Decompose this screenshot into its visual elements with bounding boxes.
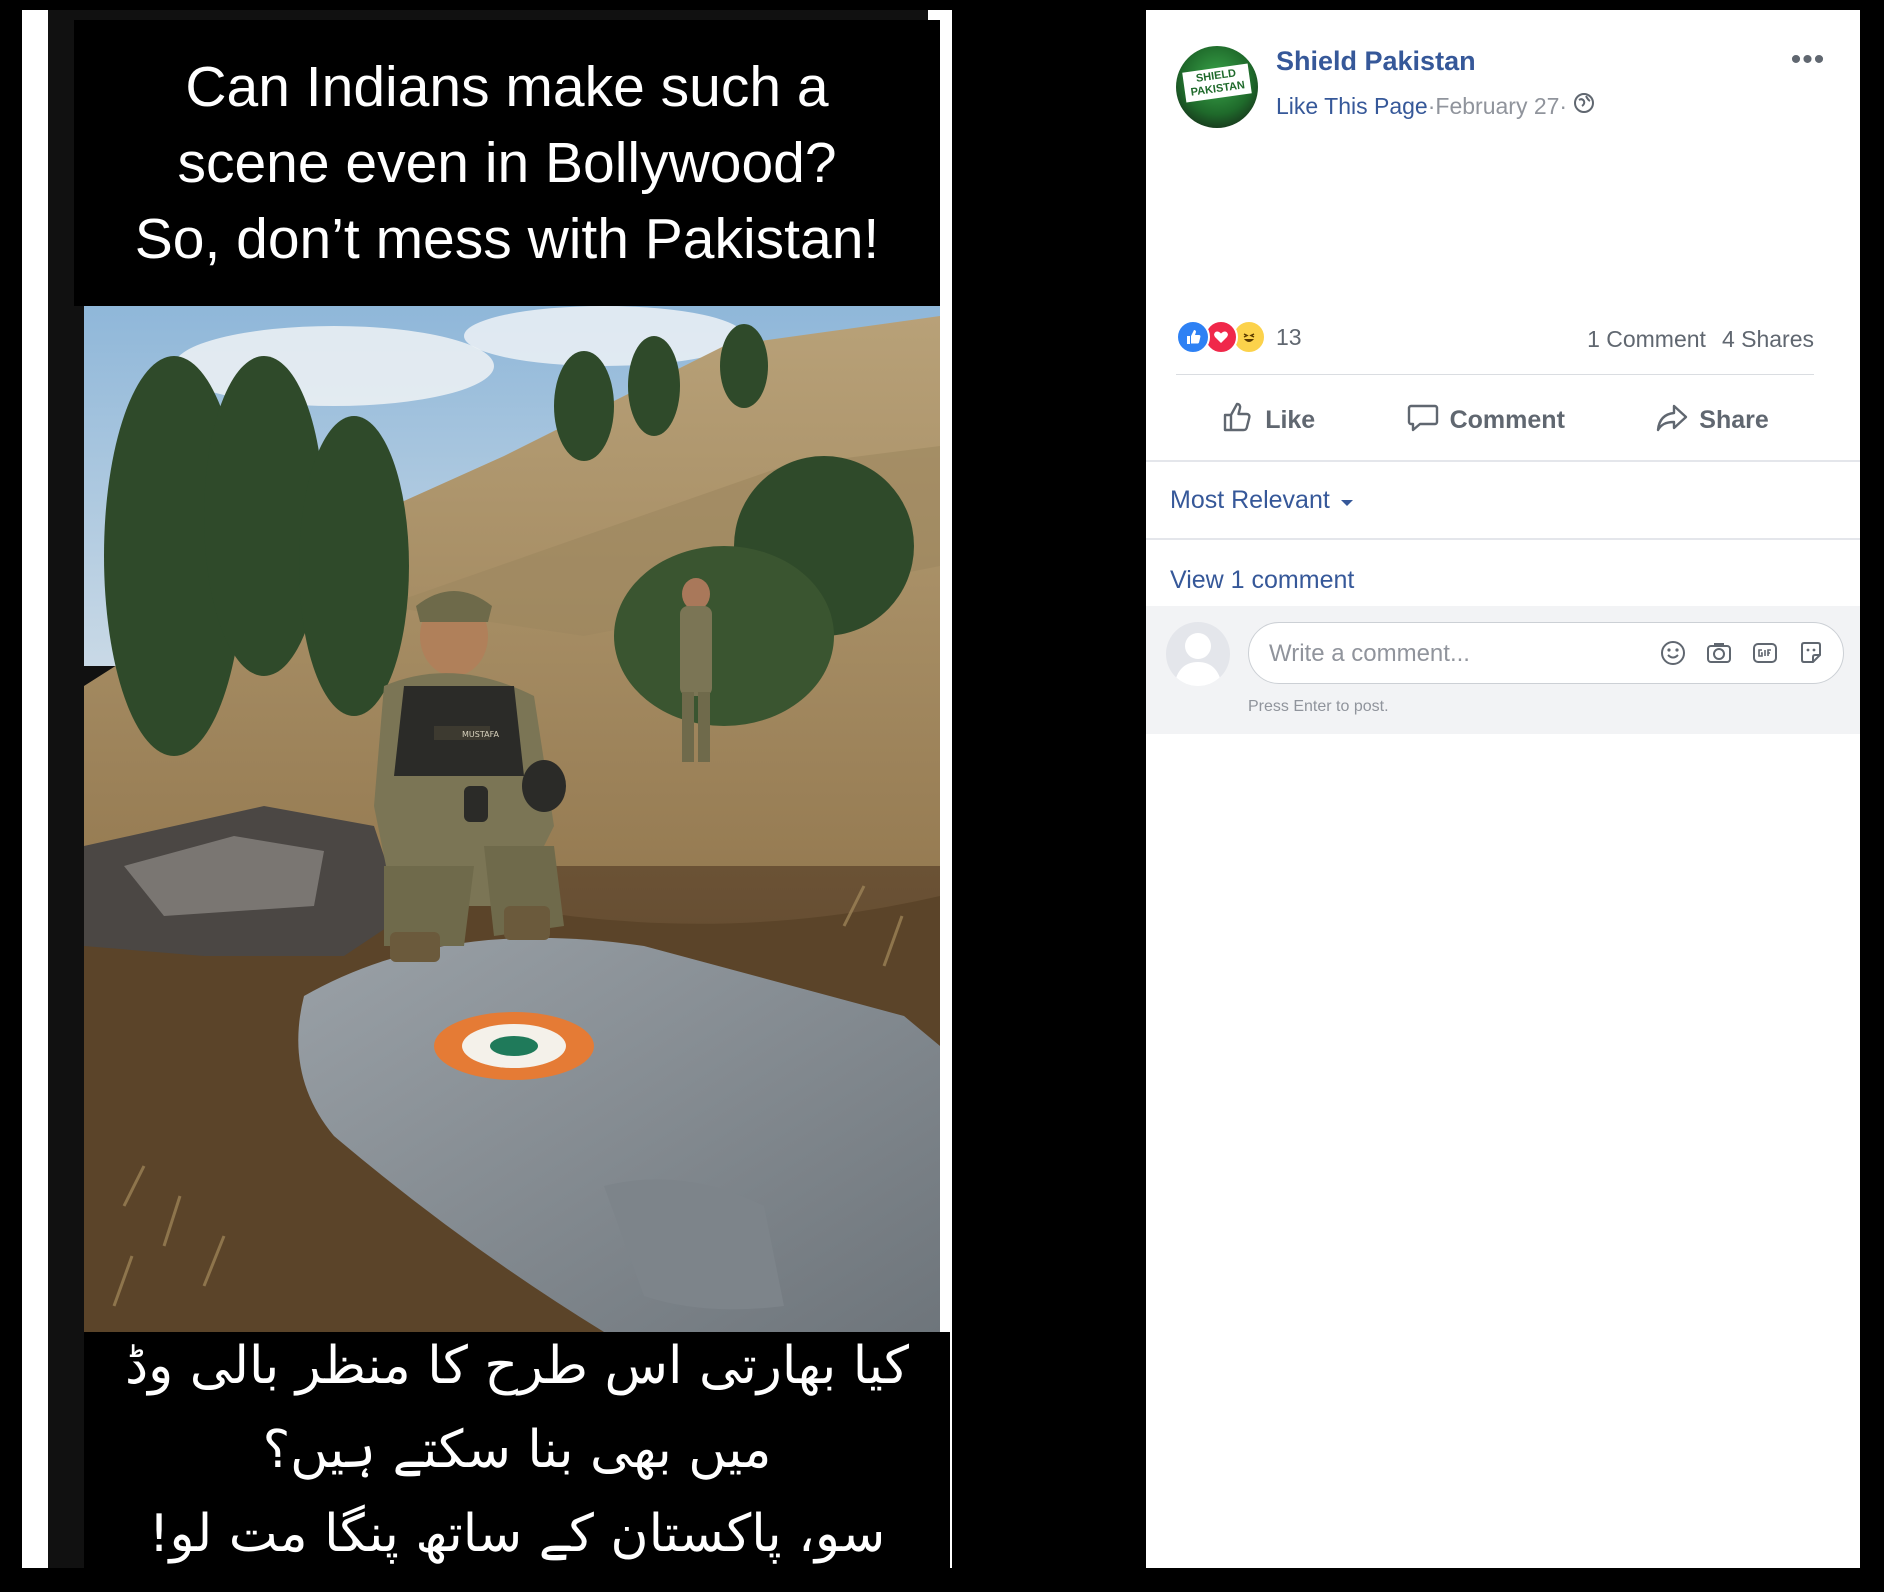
- avatar-logo-text: SHIELD PAKISTAN: [1182, 63, 1252, 103]
- reaction-like-icon: [1176, 320, 1210, 354]
- thumbs-up-icon: [1221, 400, 1255, 441]
- comment-input-wrapper: [1248, 622, 1844, 684]
- page-name-link[interactable]: Shield Pakistan: [1276, 46, 1476, 77]
- view-comments-link[interactable]: View 1 comment: [1170, 566, 1354, 595]
- caret-down-icon: [1340, 486, 1354, 515]
- comment-label: Comment: [1449, 405, 1565, 434]
- gif-icon[interactable]: [1749, 637, 1781, 669]
- more-icon[interactable]: •••: [1786, 43, 1830, 76]
- meta-separator: ·: [1559, 92, 1568, 119]
- caption-bottom: کیا بھارتی اس طرح کا منظر بالی وڈ میں بھ…: [84, 1332, 950, 1568]
- engagement-counts: 1 Comment 4 Shares: [1587, 326, 1814, 353]
- share-label: Share: [1699, 405, 1769, 434]
- caption-top-line: scene even in Bollywood?: [177, 131, 837, 195]
- comment-composer: Press Enter to post.: [1146, 606, 1860, 734]
- post-hint: Press Enter to post.: [1248, 698, 1389, 715]
- divider: [1146, 538, 1860, 540]
- meta-separator: ·: [1427, 92, 1436, 119]
- caption-bottom-line: سو، پاکستان کے ساتھ پنگا مت لو!: [148, 1504, 886, 1564]
- post-date[interactable]: February 27: [1435, 93, 1559, 120]
- caption-top-line: So, don’t mess with Pakistan!: [134, 207, 880, 271]
- share-count-link[interactable]: 4 Shares: [1722, 326, 1814, 353]
- caption-bottom-line: کیا بھارتی اس طرح کا منظر بالی وڈ میں بھ…: [124, 1336, 910, 1480]
- share-arrow-icon: [1655, 400, 1689, 441]
- like-page-link[interactable]: Like This Page: [1276, 93, 1428, 120]
- composer-tools: [1657, 637, 1827, 669]
- page-avatar[interactable]: SHIELD PAKISTAN: [1176, 46, 1258, 128]
- reactions-summary[interactable]: 13: [1176, 320, 1302, 354]
- sort-label: Most Relevant: [1170, 486, 1330, 514]
- comment-button[interactable]: Comment: [1406, 400, 1565, 441]
- user-avatar: [1166, 622, 1230, 686]
- like-label: Like: [1265, 405, 1316, 434]
- camera-icon[interactable]: [1703, 637, 1735, 669]
- photo-scene: MUSTAFA: [84, 306, 940, 1332]
- share-button[interactable]: Share: [1655, 400, 1769, 441]
- caption-top-line: Can Indians make such a: [185, 55, 829, 119]
- divider: [1176, 374, 1814, 375]
- speech-bubble-icon: [1406, 400, 1440, 441]
- post-image[interactable]: Can Indians make such a scene even in Bo…: [48, 10, 950, 1568]
- post-sidebar: SHIELD PAKISTAN Shield Pakistan Like Thi…: [1146, 10, 1860, 1568]
- reaction-count[interactable]: 13: [1276, 324, 1302, 351]
- post-image-frame: Can Indians make such a scene even in Bo…: [22, 10, 952, 1568]
- action-bar: Like Comment Share: [1176, 390, 1814, 450]
- comment-sort-dropdown[interactable]: Most Relevant: [1170, 486, 1354, 515]
- caption-top: Can Indians make such a scene even in Bo…: [74, 20, 940, 306]
- comment-input[interactable]: [1267, 633, 1631, 675]
- like-button[interactable]: Like: [1221, 400, 1315, 441]
- post-meta: Like This Page · February 27 ·: [1276, 92, 1595, 120]
- svg-text:MUSTAFA: MUSTAFA: [462, 730, 499, 739]
- emoji-icon[interactable]: [1657, 637, 1689, 669]
- globe-icon: [1573, 92, 1595, 120]
- comment-count-link[interactable]: 1 Comment: [1587, 326, 1706, 353]
- divider: [1146, 460, 1860, 462]
- sticker-icon[interactable]: [1795, 637, 1827, 669]
